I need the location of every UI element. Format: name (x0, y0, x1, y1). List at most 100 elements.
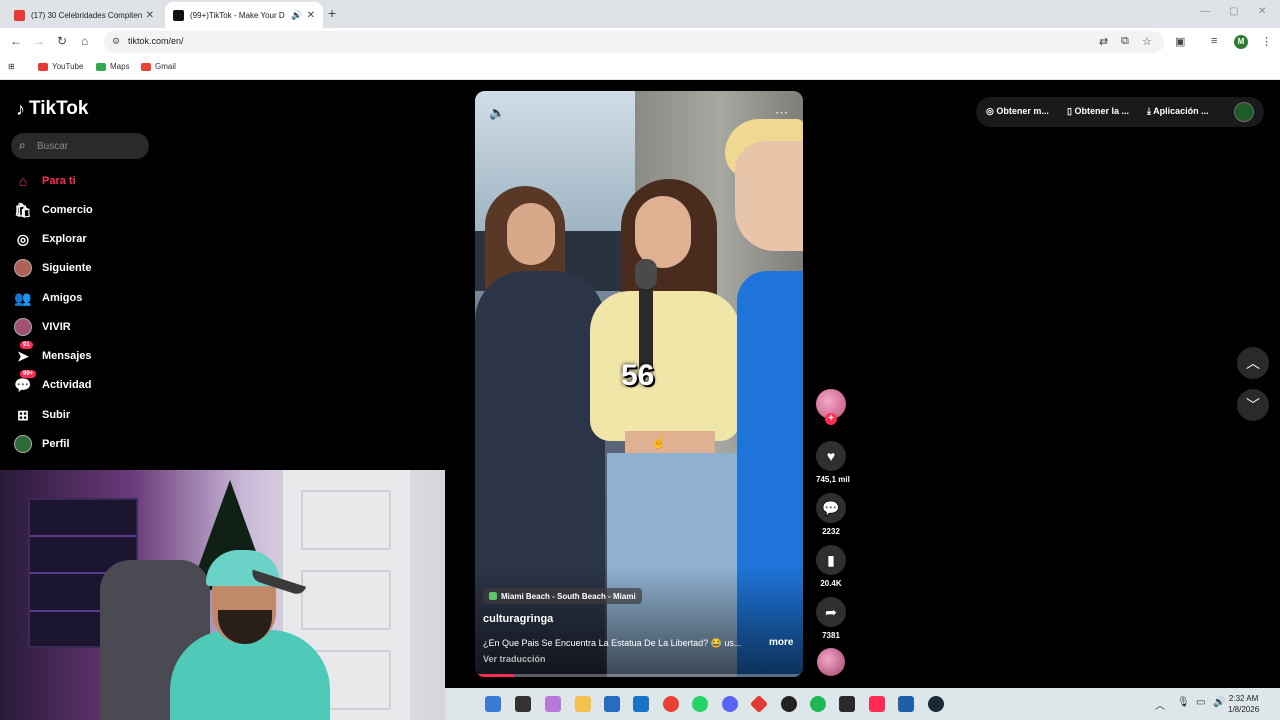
sidebar-item-label: Subir (42, 409, 71, 421)
back-icon[interactable]: ← (10, 34, 22, 48)
copilot-icon[interactable] (545, 696, 561, 712)
more-options-icon[interactable]: ⋯ (775, 105, 788, 121)
install-app-icon[interactable]: ⧉ (1121, 35, 1129, 48)
tiktok-note-icon: ♪ (16, 98, 25, 119)
video-username[interactable]: culturagringa (483, 613, 553, 625)
microphone-icon[interactable]: 🎙 (1177, 697, 1190, 708)
maximize-icon[interactable]: ▢ (1229, 6, 1238, 17)
chevron-down-icon: ﹀ (1246, 397, 1260, 413)
clock-time: 2:32 AM (1228, 694, 1259, 703)
outlook-icon[interactable] (633, 696, 649, 712)
video-player[interactable]: 56 🔈 ⋯ Miami Beach - South Beach - Miami… (475, 91, 803, 677)
bookmark-gmail[interactable]: Gmail (141, 62, 176, 71)
comment-icon[interactable]: 💬 (816, 493, 846, 523)
share-count: 7381 (822, 631, 840, 640)
bookmark-youtube[interactable]: YouTube (38, 62, 83, 71)
steam-icon[interactable] (928, 696, 944, 712)
close-tab-icon[interactable]: ✕ (146, 10, 154, 21)
friends-icon: 👥 (14, 289, 32, 306)
bookmark-maps[interactable]: Maps (96, 62, 130, 71)
search-input[interactable]: ⌕ Buscar (11, 133, 149, 159)
apps-grid-icon[interactable]: ⊞ (8, 62, 15, 71)
audio-playing-icon[interactable]: 🔊 (291, 10, 302, 21)
chrome-icon[interactable] (663, 696, 679, 712)
obs-icon[interactable] (781, 696, 797, 712)
address-bar[interactable]: ⚙ tiktok.com/en/ (104, 31, 1164, 53)
browser-tab-youtube[interactable]: (17) 30 Celebridades Compiten ✕ (6, 2, 162, 28)
media-control-icon[interactable]: ≡ (1211, 35, 1217, 47)
right-person-head (735, 141, 803, 251)
game-launcher-icon[interactable] (749, 694, 769, 714)
sidebar-item-para-ti[interactable]: ⌂ Para ti (14, 170, 76, 192)
video-caption: ¿En Que Pais Se Encuentra La Estatua De … (483, 638, 742, 648)
spotify-icon[interactable] (810, 696, 826, 712)
volume-icon[interactable]: 🔈 (489, 105, 505, 121)
task-view-icon[interactable] (515, 696, 531, 712)
extensions-icon[interactable]: ▣ (1175, 35, 1185, 48)
tray-chevron-icon[interactable]: ︿ (1155, 697, 1165, 712)
tiktok-app-icon[interactable] (869, 696, 885, 712)
sidebar-item-subir[interactable]: ⊞ Subir (14, 404, 70, 426)
whatsapp-icon[interactable] (692, 696, 708, 712)
center-person-face (635, 196, 691, 268)
menu-dots-icon[interactable]: ⋮ (1261, 35, 1272, 48)
save-action[interactable]: ▮ 20.4K (816, 545, 846, 588)
app-icon[interactable] (898, 696, 914, 712)
music-disc-icon[interactable] (817, 648, 845, 676)
share-action[interactable]: ➦ 7381 (816, 597, 846, 640)
reload-icon[interactable]: ↻ (57, 34, 67, 48)
profile-avatar[interactable]: M (1234, 35, 1248, 49)
system-clock[interactable]: 2:32 AM 1/8/2026 (1228, 693, 1259, 715)
minimize-icon[interactable]: — (1200, 6, 1210, 17)
window-close-icon[interactable]: ✕ (1258, 6, 1266, 17)
center-person-top (590, 291, 740, 441)
get-app-button[interactable]: ▯ Obtener la ... (1067, 106, 1129, 117)
sidebar-item-perfil[interactable]: Perfil (14, 433, 70, 455)
activity-icon: 💬 99+ (14, 370, 37, 394)
sidebar-item-label: Para ti (42, 175, 76, 187)
comment-action[interactable]: 💬 2232 (816, 493, 846, 536)
caption-more-button[interactable]: more (769, 637, 793, 648)
get-coins-button[interactable]: ◎ Obtener m... (986, 106, 1049, 117)
speaker-icon[interactable]: 🔊 (1213, 697, 1225, 708)
next-video-button[interactable]: ﹀ (1237, 389, 1269, 421)
compass-icon: ◎ (16, 230, 30, 247)
previous-video-button[interactable]: ︿ (1237, 347, 1269, 379)
sidebar-item-comercio[interactable]: 🛍 Comercio (14, 199, 93, 221)
network-icon[interactable]: ▭ (1196, 697, 1205, 708)
translate-icon[interactable]: ⇄ (1099, 35, 1108, 48)
close-tab-icon[interactable]: ✕ (307, 10, 315, 21)
sidebar-item-explorar[interactable]: ◎ Explorar (14, 228, 87, 250)
forward-icon[interactable]: → (33, 34, 45, 48)
bookmark-star-icon[interactable]: ☆ (1142, 35, 1152, 48)
store-icon[interactable] (604, 696, 620, 712)
heart-icon[interactable]: ♥ (816, 441, 846, 471)
sidebar-item-mensajes[interactable]: ➤ 91 Mensajes (14, 341, 92, 367)
share-icon[interactable]: ➦ (816, 597, 846, 627)
bookmarks-bar: ⊞ YouTube Maps Gmail (0, 56, 1280, 80)
sidebar-item-actividad[interactable]: 💬 99+ Actividad (14, 370, 92, 396)
like-action[interactable]: ♥ 745,1 mil (816, 441, 850, 484)
epic-games-icon[interactable] (839, 696, 855, 712)
follow-plus-icon[interactable]: + (825, 413, 837, 425)
user-avatar[interactable] (1234, 102, 1254, 122)
bookmark-icon[interactable]: ▮ (816, 545, 846, 575)
site-info-icon[interactable]: ⚙ (112, 36, 120, 47)
sidebar-item-vivir[interactable]: VIVIR (14, 316, 71, 338)
upload-icon: ⊞ (17, 406, 29, 423)
mouse-cursor-icon: ☝ (651, 435, 666, 449)
weather-icon[interactable] (485, 696, 501, 712)
desktop-app-button[interactable]: ⤓ Aplicación ... (1147, 106, 1209, 117)
file-explorer-icon[interactable] (575, 696, 591, 712)
new-tab-icon[interactable]: + (328, 5, 336, 21)
video-progress-bar[interactable] (475, 674, 803, 677)
desktop-app-label: Aplicación ... (1153, 106, 1209, 116)
sidebar-item-siguiente[interactable]: Siguiente (14, 257, 92, 279)
sidebar-item-amigos[interactable]: 👥 Amigos (14, 287, 82, 309)
tiktok-logo[interactable]: ♪ TikTok (16, 98, 88, 120)
see-translation-link[interactable]: Ver traducción (483, 654, 546, 664)
home-icon[interactable]: ⌂ (81, 34, 88, 48)
browser-tab-tiktok[interactable]: (99+)TikTok - Make Your D 🔊 ✕ (165, 2, 323, 28)
discord-icon[interactable] (722, 696, 738, 712)
location-tag[interactable]: Miami Beach - South Beach - Miami (483, 588, 642, 604)
